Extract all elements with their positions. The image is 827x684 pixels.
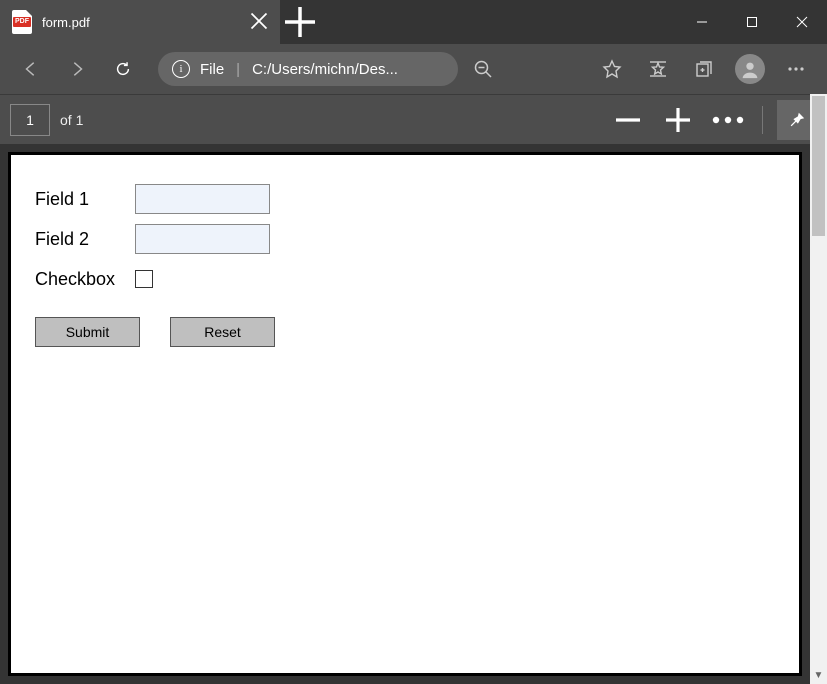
- checkbox-input[interactable]: [135, 270, 153, 288]
- pdf-more-button[interactable]: [708, 100, 748, 140]
- page-number-input[interactable]: [10, 104, 50, 136]
- vertical-scrollbar[interactable]: ▼: [810, 94, 827, 684]
- refresh-button[interactable]: [102, 49, 144, 89]
- field2-input[interactable]: [135, 224, 270, 254]
- reset-button[interactable]: Reset: [170, 317, 275, 347]
- addr-separator: |: [236, 61, 240, 78]
- maximize-button[interactable]: [727, 0, 777, 44]
- window-controls: [677, 0, 827, 44]
- field1-label: Field 1: [35, 189, 135, 210]
- pdf-viewport[interactable]: Field 1 Field 2 Checkbox Submit Reset: [0, 144, 810, 684]
- scrollbar-thumb[interactable]: [812, 96, 825, 236]
- pdf-toolbar: of 1: [0, 94, 827, 144]
- address-bar-row: i File | C:/Users/michn/Des...: [0, 44, 827, 94]
- tab-title: form.pdf: [42, 15, 240, 30]
- titlebar-drag-area[interactable]: [320, 0, 677, 44]
- favorites-bar-button[interactable]: [637, 49, 679, 89]
- zoom-in-pdf-button[interactable]: [658, 100, 698, 140]
- minimize-button[interactable]: [677, 0, 727, 44]
- collections-button[interactable]: [683, 49, 725, 89]
- scrollbar-down-arrow[interactable]: ▼: [810, 667, 827, 684]
- checkbox-label: Checkbox: [35, 269, 135, 290]
- more-menu-button[interactable]: [775, 49, 817, 89]
- avatar-icon: [735, 54, 765, 84]
- pdf-favicon: PDF: [12, 10, 32, 34]
- profile-button[interactable]: [729, 49, 771, 89]
- titlebar: PDF form.pdf: [0, 0, 827, 44]
- address-bar[interactable]: i File | C:/Users/michn/Des...: [158, 52, 458, 86]
- forward-button[interactable]: [56, 49, 98, 89]
- info-icon[interactable]: i: [172, 60, 190, 78]
- addr-protocol: File: [200, 61, 224, 78]
- back-button[interactable]: [10, 49, 52, 89]
- zoom-out-button[interactable]: [462, 49, 504, 89]
- browser-tab[interactable]: PDF form.pdf: [0, 0, 280, 44]
- close-tab-button[interactable]: [250, 12, 268, 33]
- pdf-page: Field 1 Field 2 Checkbox Submit Reset: [8, 152, 802, 676]
- favorite-button[interactable]: [591, 49, 633, 89]
- field1-input[interactable]: [135, 184, 270, 214]
- toolbar-separator: [762, 106, 763, 134]
- new-tab-button[interactable]: [280, 0, 320, 44]
- zoom-out-pdf-button[interactable]: [608, 100, 648, 140]
- close-window-button[interactable]: [777, 0, 827, 44]
- addr-path: C:/Users/michn/Des...: [252, 61, 398, 78]
- submit-button[interactable]: Submit: [35, 317, 140, 347]
- field2-label: Field 2: [35, 229, 135, 250]
- page-count-label: of 1: [60, 112, 83, 128]
